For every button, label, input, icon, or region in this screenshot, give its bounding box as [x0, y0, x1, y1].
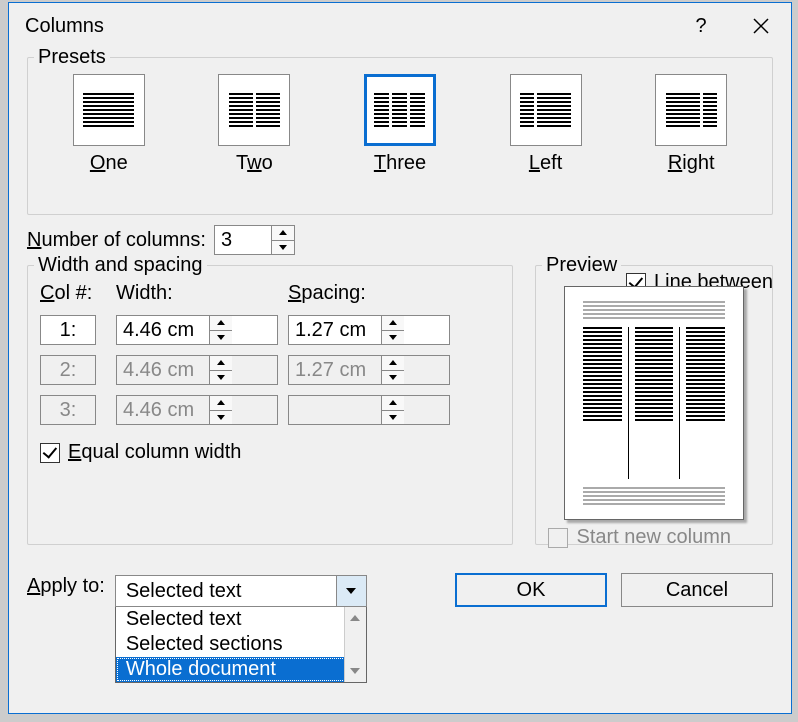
equal-column-width-checkbox[interactable]: Equal column width: [40, 441, 500, 464]
columns-icon: [218, 74, 290, 146]
presets-legend: Presets: [34, 46, 110, 69]
col-header: Col #:: [40, 282, 106, 305]
spinner-up-button: [210, 396, 232, 411]
preset-left[interactable]: Left: [510, 74, 582, 175]
number-of-columns-label: Number of columns:: [27, 229, 206, 252]
number-of-columns-row: Number of columns:: [27, 225, 773, 255]
spacing-header: Spacing:: [288, 282, 450, 305]
columns-icon: [364, 74, 436, 146]
scroll-up-icon: [350, 615, 360, 621]
preset-one[interactable]: One: [73, 74, 145, 175]
presets-group: Presets OneTwoThreeLeftRight: [27, 57, 773, 215]
preset-label: Three: [374, 152, 426, 175]
apply-to-value: Selected text: [116, 580, 336, 603]
spinner-up-button: [210, 356, 232, 371]
help-button[interactable]: ?: [671, 3, 731, 49]
spinner-down-button: [210, 411, 232, 425]
chevron-down-icon: [346, 588, 356, 594]
col-index: 3:: [40, 395, 96, 425]
spinner-down-button[interactable]: [272, 241, 294, 255]
width-spinner: [288, 395, 450, 425]
preset-label: Two: [236, 152, 273, 175]
apply-to-option[interactable]: Selected text: [116, 607, 366, 632]
preview-legend: Preview: [542, 254, 621, 277]
preset-label: One: [90, 152, 128, 175]
width-spinner[interactable]: [116, 315, 278, 345]
col-index: 2:: [40, 355, 96, 385]
columns-icon: [655, 74, 727, 146]
checkbox-box: [40, 443, 60, 463]
cancel-button[interactable]: Cancel: [621, 573, 773, 607]
spinner-up-button: [382, 356, 404, 371]
width-header: Width:: [116, 282, 278, 305]
width-spinner: [116, 355, 278, 385]
list-scrollbar[interactable]: [344, 607, 366, 682]
preset-three[interactable]: Three: [364, 74, 436, 175]
titlebar: Columns ?: [9, 3, 791, 49]
spinner-down-button: [382, 371, 404, 385]
checkbox-box: [548, 528, 568, 548]
start-new-column-checkbox: Start new column: [548, 526, 731, 549]
spinner-up-button[interactable]: [272, 226, 294, 241]
number-of-columns-input[interactable]: [215, 226, 271, 254]
spinner-up-button[interactable]: [382, 316, 404, 331]
ok-button[interactable]: OK: [455, 573, 607, 607]
preset-label: Right: [668, 152, 715, 175]
col-index: 1:: [40, 315, 96, 345]
width-spinner: [288, 355, 450, 385]
close-button[interactable]: [731, 3, 791, 49]
preset-right[interactable]: Right: [655, 74, 727, 175]
width-spacing-group: Width and spacing Col #: Width: Spacing:…: [27, 265, 513, 545]
dropdown-button[interactable]: [336, 576, 366, 606]
spinner-down-button: [210, 371, 232, 385]
columns-dialog: Columns ? Presets One Two Three Left Right N…: [8, 2, 792, 714]
preview-page: [564, 286, 744, 520]
spinner-down-button[interactable]: [210, 331, 232, 345]
spinner-down-button: [382, 411, 404, 425]
apply-to-label: Apply to:: [27, 575, 105, 598]
apply-to-select[interactable]: Selected text Selected textSelected sect…: [115, 575, 367, 607]
scroll-down-icon: [350, 668, 360, 674]
apply-to-option[interactable]: Whole document: [116, 657, 366, 682]
close-icon: [753, 18, 769, 34]
spinner-down-button[interactable]: [382, 331, 404, 345]
preset-two[interactable]: Two: [218, 74, 290, 175]
apply-to-option[interactable]: Selected sections: [116, 632, 366, 657]
columns-icon: [510, 74, 582, 146]
width-spacing-legend: Width and spacing: [34, 254, 207, 277]
spinner-up-button: [382, 396, 404, 411]
dialog-title: Columns: [25, 15, 671, 38]
width-spinner: [116, 395, 278, 425]
number-of-columns-spinner[interactable]: [214, 225, 295, 255]
columns-icon: [73, 74, 145, 146]
preview-group: Preview: [535, 265, 773, 545]
spinner-up-button[interactable]: [210, 316, 232, 331]
preset-label: Left: [529, 152, 562, 175]
width-spinner[interactable]: [288, 315, 450, 345]
apply-to-list: Selected textSelected sectionsWhole docu…: [115, 607, 367, 683]
